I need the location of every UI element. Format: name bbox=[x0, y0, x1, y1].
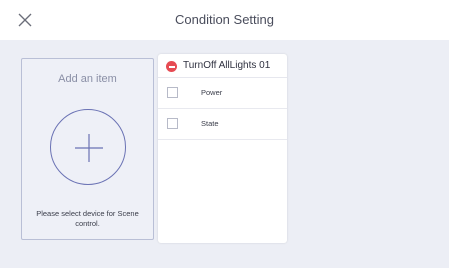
scene-card-header: TurnOff AllLights 01 bbox=[158, 54, 287, 78]
plus-icon bbox=[75, 134, 103, 162]
hint-text: Please select device for Scene control. bbox=[36, 209, 139, 228]
state-checkbox[interactable] bbox=[167, 118, 178, 129]
power-checkbox[interactable] bbox=[167, 87, 178, 98]
add-item-panel[interactable]: Add an item Please select device for Sce… bbox=[21, 58, 154, 240]
remove-icon[interactable] bbox=[166, 61, 177, 72]
scene-card: TurnOff AllLights 01 Power State bbox=[158, 54, 287, 243]
add-item-label: Add an item bbox=[58, 73, 117, 85]
state-label: State bbox=[201, 119, 219, 128]
list-item-power[interactable]: Power bbox=[158, 78, 287, 109]
content-area: Add an item Please select device for Sce… bbox=[0, 40, 449, 268]
header-bar: Condition Setting bbox=[0, 0, 449, 40]
list-item-state[interactable]: State bbox=[158, 109, 287, 140]
scene-name: TurnOff AllLights 01 bbox=[183, 60, 271, 71]
power-label: Power bbox=[201, 88, 223, 97]
add-item-button[interactable] bbox=[50, 109, 126, 185]
page-title: Condition Setting bbox=[174, 12, 274, 27]
